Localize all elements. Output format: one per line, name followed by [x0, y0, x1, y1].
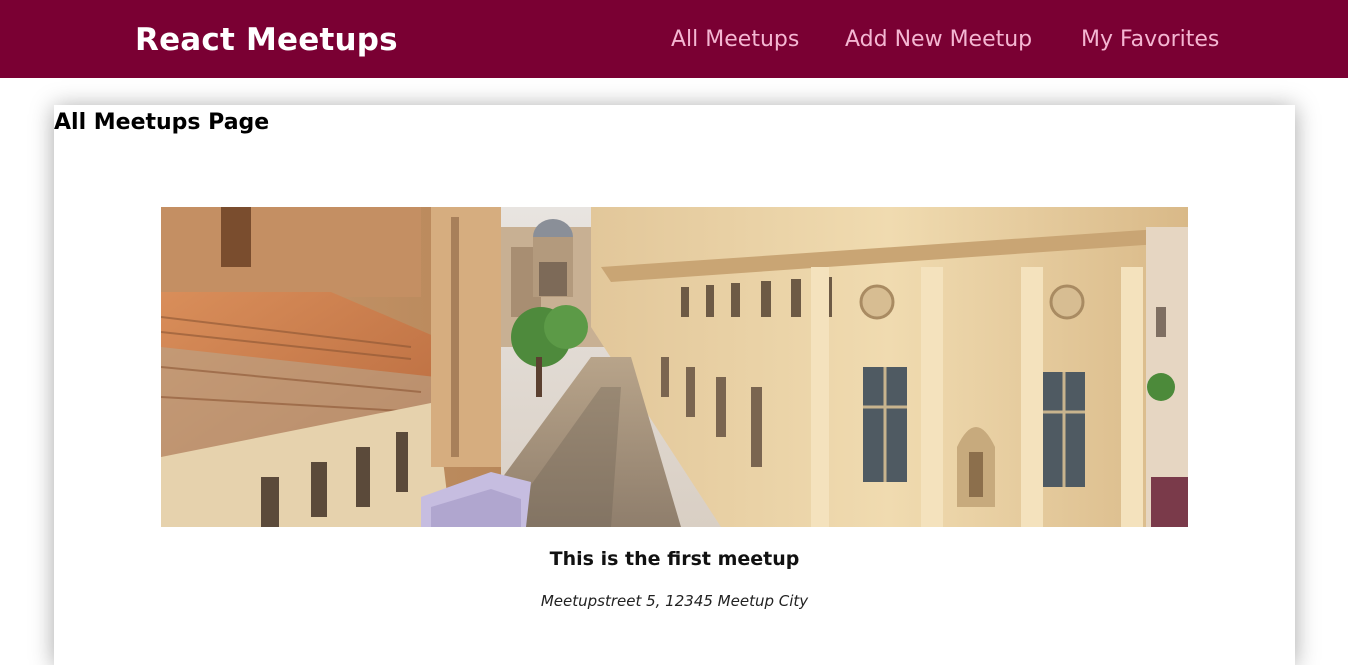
nav-link-add-new-meetup[interactable]: Add New Meetup: [845, 22, 1032, 58]
main-header: React Meetups All Meetups Add New Meetup…: [0, 0, 1348, 78]
meetup-address: Meetupstreet 5, 12345 Meetup City: [540, 592, 809, 610]
nav-link-my-favorites[interactable]: My Favorites: [1081, 22, 1219, 58]
meetups-card: All Meetups Page This is the first meetu…: [54, 105, 1295, 665]
meetup-title: This is the first meetup: [549, 548, 800, 570]
main-navigation: All Meetups Add New Meetup My Favorites: [0, 22, 1348, 58]
meetup-image: [161, 207, 1188, 527]
nav-link-all-meetups[interactable]: All Meetups: [671, 22, 799, 58]
page-title: All Meetups Page: [54, 110, 270, 135]
